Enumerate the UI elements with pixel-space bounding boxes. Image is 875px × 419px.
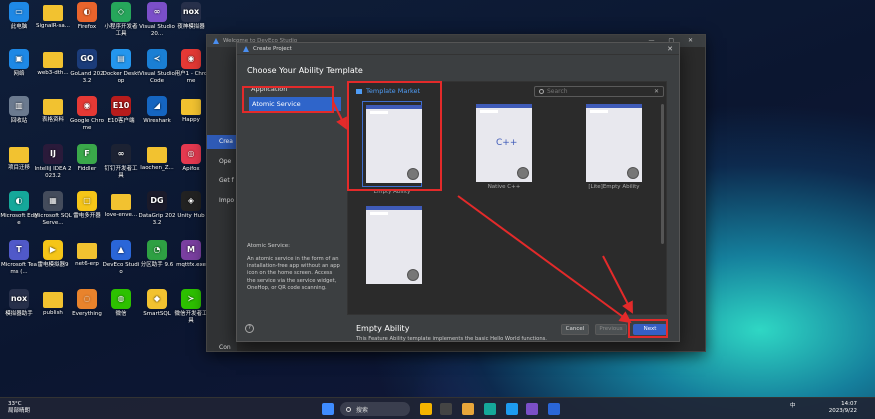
taskbar-search-label: 搜索: [356, 406, 369, 414]
start-icon[interactable]: [322, 403, 334, 415]
taskbar-app-store-icon[interactable]: [506, 403, 518, 415]
weather-temp: 33°C: [8, 401, 22, 407]
weather-widget[interactable]: 33°C 局部晴朗: [8, 401, 30, 415]
taskbar-search[interactable]: 搜索: [340, 402, 410, 416]
system-clock[interactable]: 14:07 2023/9/22: [829, 401, 857, 415]
ime-indicator[interactable]: 中: [790, 401, 796, 409]
taskbar-app-explorer-icon[interactable]: [420, 403, 432, 415]
taskbar-app-deveco-icon[interactable]: [548, 403, 560, 415]
arrow-to-next-2: [602, 255, 633, 314]
arrow-to-template: [332, 101, 347, 130]
search-icon: [346, 406, 351, 412]
taskbar: 33°C 局部晴朗 搜索 中 14:07 2023/9/22: [0, 397, 875, 419]
weather-desc: 局部晴朗: [8, 408, 31, 414]
clock-time: 14:07: [841, 401, 857, 407]
taskbar-app-edge-icon[interactable]: [484, 403, 496, 415]
annotation-arrows: [332, 101, 633, 324]
clock-date: 2023/9/22: [828, 408, 857, 414]
taskbar-app-files-icon[interactable]: [462, 403, 474, 415]
taskbar-app-taskview-icon[interactable]: [440, 403, 452, 415]
taskbar-app-vs-icon[interactable]: [526, 403, 538, 415]
